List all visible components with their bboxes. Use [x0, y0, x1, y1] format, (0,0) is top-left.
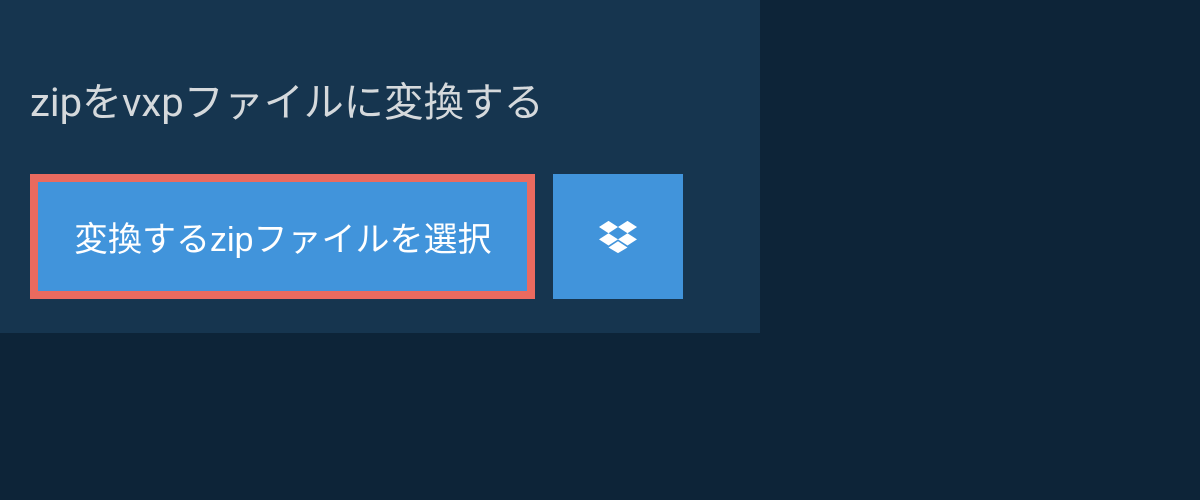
page-title: zipをvxpファイルに変換する: [30, 79, 544, 126]
select-file-button[interactable]: 変換するzipファイルを選択: [30, 174, 535, 299]
select-file-button-label: 変換するzipファイルを選択: [74, 212, 491, 261]
button-row: 変換するzipファイルを選択: [0, 146, 760, 333]
dropbox-button[interactable]: [553, 174, 683, 299]
converter-panel: zipをvxpファイルに変換する 変換するzipファイルを選択: [0, 0, 760, 333]
title-bar: zipをvxpファイルに変換する: [0, 52, 574, 146]
dropbox-icon: [599, 220, 637, 254]
